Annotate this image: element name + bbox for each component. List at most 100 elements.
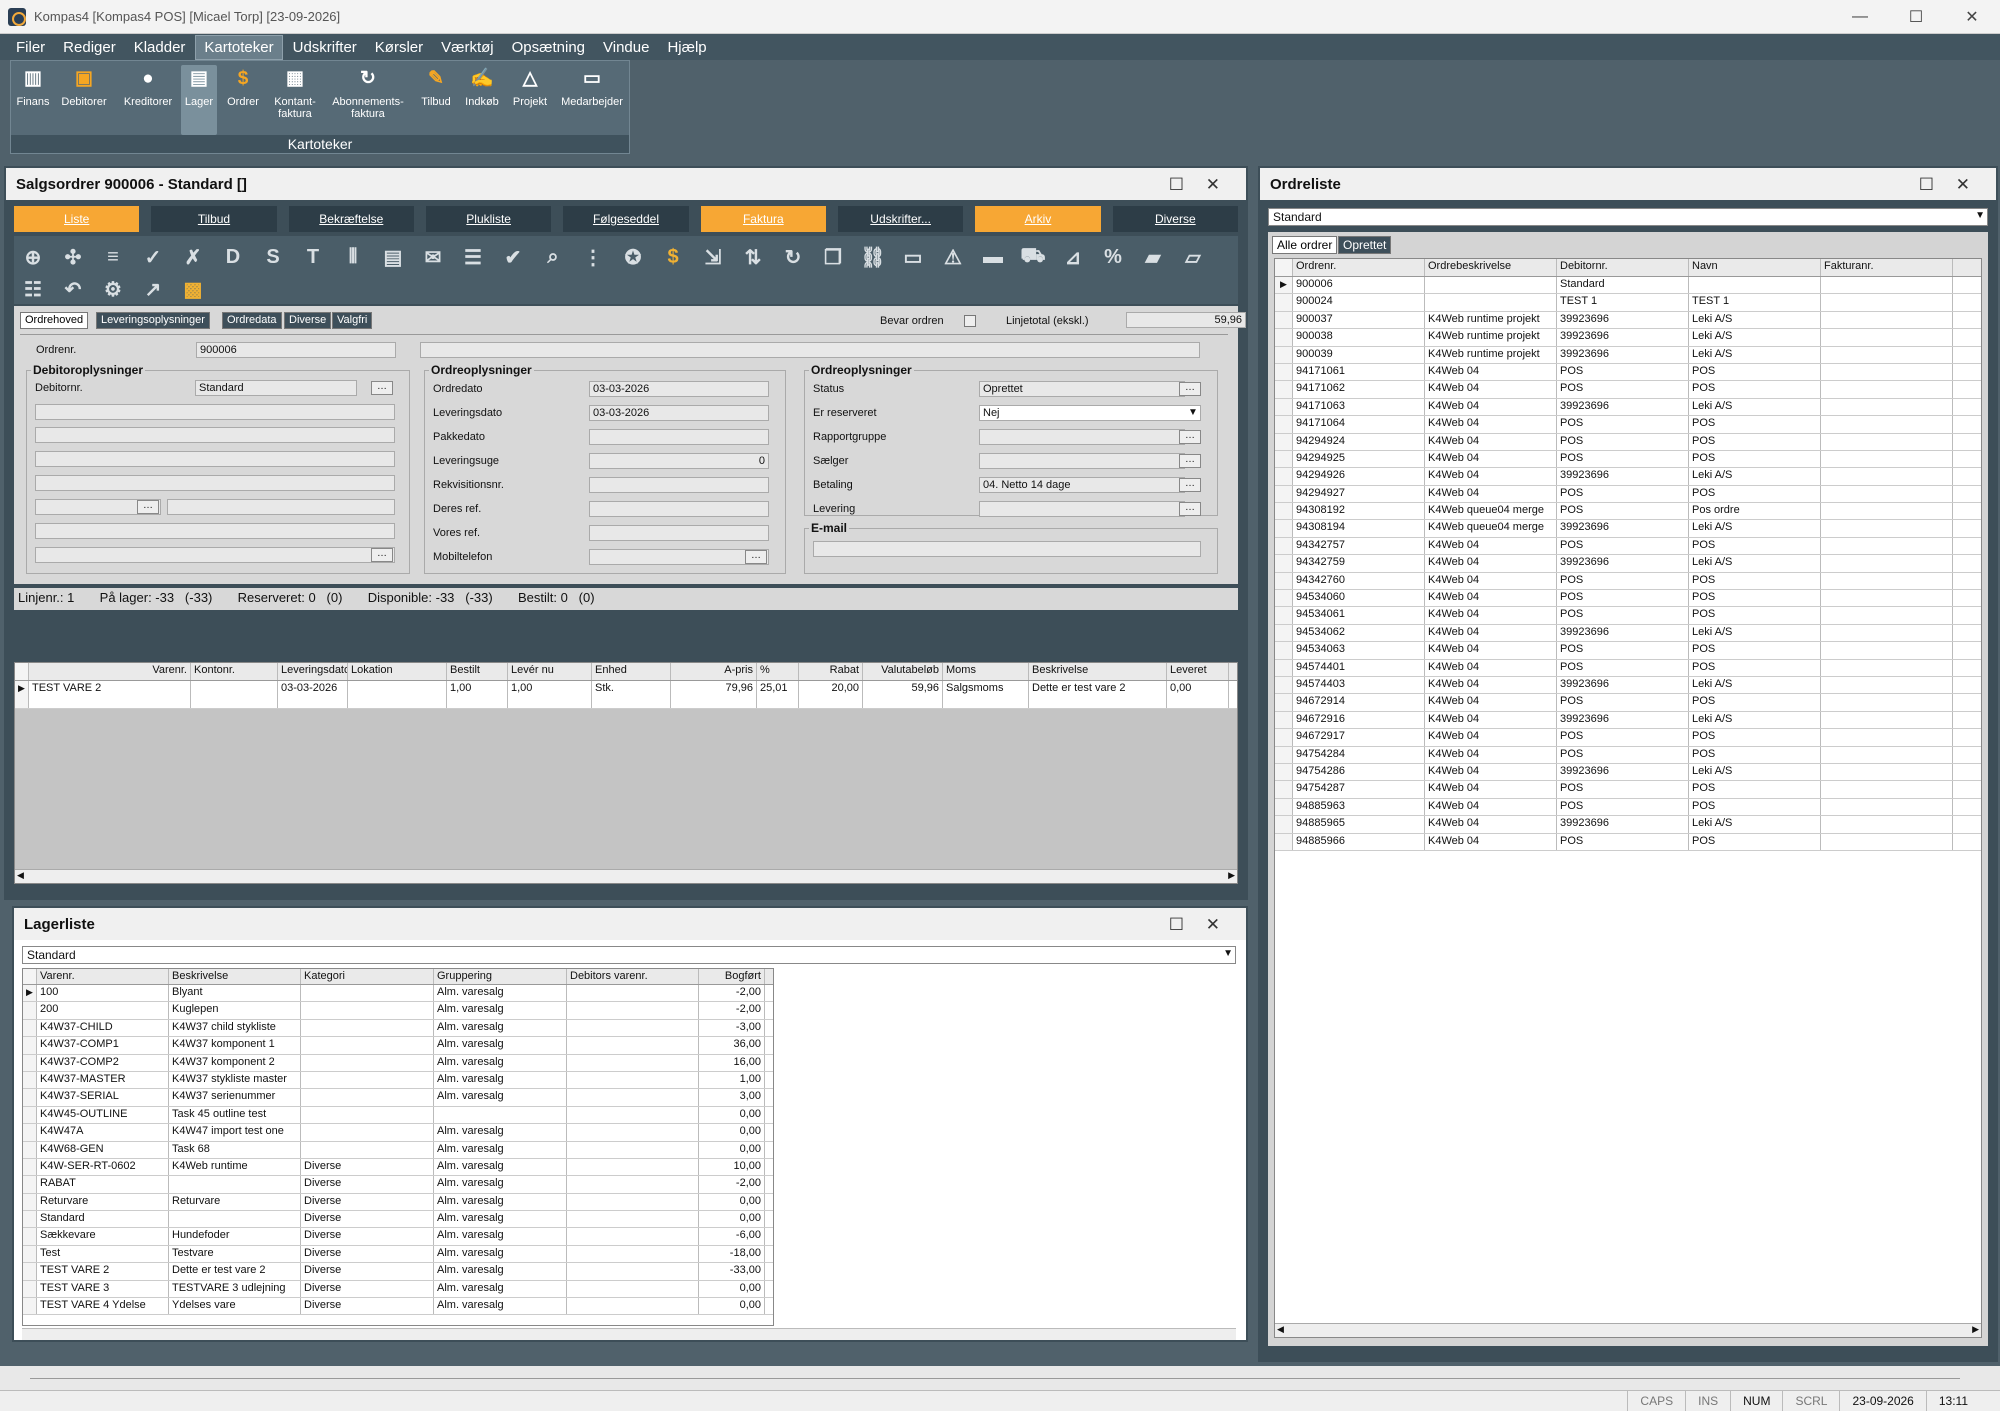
search-doc-icon[interactable]: ⌕ — [540, 244, 566, 270]
table-row[interactable]: 94885963 K4Web 04 POS POS — [1275, 798, 1981, 817]
table-row[interactable]: 94308194 K4Web queue04 merge 39923696 Leki … — [1275, 520, 1981, 538]
subtab-valgfri[interactable]: Valgfri — [332, 312, 373, 329]
comment-icon[interactable]: ✉ — [420, 244, 446, 270]
ribbon-abonnementsfaktura-button[interactable]: ↻ Abonnements- faktura — [327, 65, 409, 120]
maximize-button[interactable]: ☐ — [1888, 0, 1944, 34]
rapportgruppe-field[interactable] — [979, 429, 1185, 445]
split-icon[interactable]: ⇲ — [700, 244, 726, 270]
lagerliste-close-icon[interactable]: ✕ — [1206, 915, 1220, 935]
refresh-icon[interactable]: ↻ — [780, 244, 806, 270]
table-row[interactable]: 900024 TEST 1 TEST 1 — [1275, 294, 1981, 312]
table-row[interactable]: 94171064 K4Web 04 POS POS — [1275, 416, 1981, 434]
table-row[interactable]: K4W37-MASTER K4W37 stykliste master Alm. v… — [23, 1071, 773, 1090]
ribbon-ordrer-button[interactable]: $ Ordrer — [223, 65, 263, 108]
ordreliste-maximize-icon[interactable]: ☐ — [1919, 175, 1934, 195]
table-row[interactable]: 900039 K4Web runtime projekt 39923696 Leki … — [1275, 346, 1981, 364]
menu-kartoteker[interactable]: Kartoteker — [195, 34, 283, 60]
clipboard-delete-icon[interactable]: ✗ — [180, 244, 206, 270]
table-row[interactable]: Test Testvare Diverse Alm. varesalg -18,00 — [23, 1245, 773, 1264]
ribbon-debitorer-button[interactable]: ▣ Debitorer — [57, 65, 111, 108]
menu-hjaelp[interactable]: Hjælp — [659, 36, 714, 59]
status-lookup-button[interactable]: … — [1179, 382, 1201, 396]
lagerliste-filter-select[interactable]: Standard ▼ — [22, 946, 1236, 964]
table-row[interactable]: 94534061 K4Web 04 POS POS — [1275, 607, 1981, 625]
table-row[interactable]: 94342759 K4Web 04 39923696 Leki A/S — [1275, 555, 1981, 573]
table-row[interactable]: RABAT Diverse Alm. varesalg -2,00 — [23, 1176, 773, 1194]
postal-lookup-button[interactable]: … — [137, 500, 159, 514]
debitor-country-field[interactable] — [35, 547, 395, 563]
ribbon-kreditorer-button[interactable]: ● Kreditorer — [119, 65, 177, 108]
menu-vaerktoj[interactable]: Værktøj — [433, 36, 502, 59]
salesorder-maximize-icon[interactable]: ☐ — [1169, 175, 1184, 195]
zoom-icon[interactable]: ⊕ — [20, 244, 46, 270]
ribbon-kontantfaktura-button[interactable]: ▦ Kontant- faktura — [269, 65, 321, 120]
salesorder-close-icon[interactable]: ✕ — [1206, 175, 1220, 195]
table-row[interactable]: 94171063 K4Web 04 39923696 Leki A/S — [1275, 398, 1981, 417]
table-row[interactable]: 900037 K4Web runtime projekt 39923696 Leki … — [1275, 311, 1981, 330]
table-row[interactable]: Returvare Returvare Diverse Alm. varesalg 0,… — [23, 1193, 773, 1212]
scroll-right-icon[interactable]: ▶ — [1228, 870, 1235, 881]
dollar-icon[interactable]: $ — [660, 244, 686, 270]
d-icon[interactable]: D — [220, 244, 246, 270]
tab-udskrifter[interactable]: Udskrifter... — [837, 206, 964, 232]
table-row[interactable]: 94885965 K4Web 04 39923696 Leki A/S — [1275, 816, 1981, 834]
table-row[interactable]: 94672917 K4Web 04 POS POS — [1275, 729, 1981, 747]
debitornr-lookup-button[interactable]: … — [371, 381, 393, 395]
folder-open-icon[interactable]: ▱ — [1180, 244, 1206, 270]
tree-icon[interactable]: ⚙ — [100, 276, 126, 302]
mobiltelefon-lookup-button[interactable]: … — [745, 550, 767, 564]
table-row[interactable]: K4W68-GEN Task 68 Alm. varesalg 0,00 — [23, 1141, 773, 1159]
sort-icon[interactable]: ⇅ — [740, 244, 766, 270]
menu-kladder[interactable]: Kladder — [126, 36, 194, 59]
subtab-ordrehoved[interactable]: Ordrehoved — [20, 312, 89, 329]
copy-icon[interactable]: ❐ — [820, 244, 846, 270]
menu-rediger[interactable]: Rediger — [55, 36, 124, 59]
table-row[interactable]: K4W45-OUTLINE Task 45 outline test 0,00 — [23, 1106, 773, 1125]
table-row[interactable]: TEST VARE 4 Ydelse Ydelses vare Diverse Alm… — [23, 1298, 773, 1316]
chevron-down-icon[interactable]: ▼ — [1185, 405, 1201, 421]
ribbon-finans-button[interactable]: ▥ Finans — [15, 65, 51, 108]
tab-folgeseddel[interactable]: Følgeseddel — [563, 206, 689, 232]
folder-icon[interactable]: ▰ — [1140, 244, 1166, 270]
menu-opsaetning[interactable]: Opsætning — [504, 36, 593, 59]
clipboard-check-icon[interactable]: ✓ — [140, 244, 166, 270]
table-row[interactable]: Standard Diverse Alm. varesalg 0,00 — [23, 1211, 773, 1229]
table-row[interactable]: 94294925 K4Web 04 POS POS — [1275, 450, 1981, 469]
lagerliste-maximize-icon[interactable]: ☐ — [1169, 915, 1184, 935]
notes-icon[interactable]: ▤ — [380, 244, 406, 270]
table-row[interactable]: 200 Kuglepen Alm. varesalg -2,00 — [23, 1002, 773, 1020]
debitornr-field[interactable]: Standard — [195, 380, 357, 396]
tab-diverse[interactable]: Diverse — [1112, 206, 1238, 232]
table-row[interactable]: TEST VARE 3 TESTVARE 3 udlejning Diverse Al… — [23, 1280, 773, 1299]
levering-field[interactable] — [979, 501, 1185, 517]
table-row[interactable]: 94342757 K4Web 04 POS POS — [1275, 537, 1981, 556]
email-field[interactable] — [813, 541, 1201, 557]
ribbon-indkob-button[interactable]: ✍ Indkøb — [461, 65, 503, 108]
table-row[interactable]: 94672916 K4Web 04 39923696 Leki A/S — [1275, 711, 1981, 730]
card-icon[interactable]: ▭ — [900, 244, 926, 270]
grid-icon[interactable]: ⋮ — [580, 244, 606, 270]
wallet-icon[interactable]: ▬ — [980, 244, 1006, 270]
table-row[interactable]: 94574401 K4Web 04 POS POS — [1275, 659, 1981, 677]
debitor-address-field-3[interactable] — [35, 451, 395, 467]
scroll-right-icon[interactable]: ▶ — [1972, 1324, 1979, 1335]
debitor-city-field[interactable] — [167, 499, 395, 515]
reserveret-select[interactable]: Nej — [979, 405, 1201, 421]
rekvisitionsnr-field[interactable] — [589, 477, 769, 493]
menu-vindue[interactable]: Vindue — [595, 36, 657, 59]
table-row[interactable]: 94342760 K4Web 04 POS POS — [1275, 572, 1981, 591]
table-row[interactable]: K4W37-COMP2 K4W37 komponent 2 Alm. varesal… — [23, 1054, 773, 1072]
subtab-ordredata[interactable]: Ordredata — [222, 312, 282, 329]
ordreliste-filter-select[interactable]: Standard ▼ — [1268, 208, 1988, 226]
subtab-leveringsoplysninger[interactable]: Leveringsoplysninger — [96, 312, 210, 329]
table-row[interactable]: K4W37-CHILD K4W37 child stykliste Alm. var… — [23, 1019, 773, 1038]
menu-korsler[interactable]: Kørsler — [367, 36, 431, 59]
rapportgruppe-lookup-button[interactable]: … — [1179, 430, 1201, 444]
table-row[interactable]: 94308192 K4Web queue04 merge POS Pos ordre — [1275, 503, 1981, 521]
tab-tilbud[interactable]: Tilbud — [151, 206, 277, 232]
ordreliste-tab-alle[interactable]: Alle ordrer — [1272, 236, 1338, 254]
ordrenr-description-field[interactable] — [420, 342, 1200, 358]
check-icon[interactable]: ✔ — [500, 244, 526, 270]
betaling-field[interactable]: 04. Netto 14 dage — [979, 477, 1185, 493]
debitor-address-field-4[interactable] — [35, 475, 395, 491]
